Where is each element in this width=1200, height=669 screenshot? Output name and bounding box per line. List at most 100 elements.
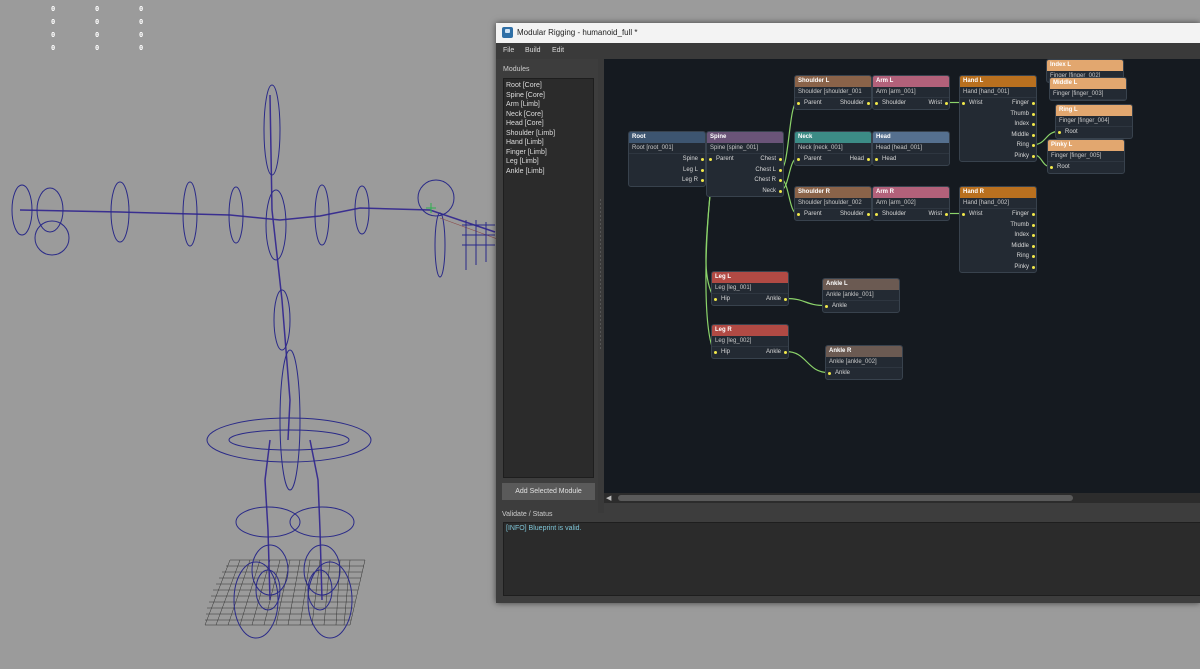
output-pin-icon[interactable] [1032, 144, 1035, 147]
input-pin-icon[interactable] [962, 102, 965, 105]
output-port-label: Ring [1016, 142, 1029, 148]
list-item[interactable]: Root [Core] [506, 82, 542, 89]
node-middle-l[interactable]: Middle L Finger [finger_003] [1049, 77, 1127, 101]
output-pin-icon[interactable] [701, 158, 704, 161]
output-pin-icon[interactable] [701, 168, 704, 172]
node-pinky-l[interactable]: Pinky L Finger [finger_005] Root [1047, 139, 1125, 174]
node-hand-r[interactable]: Hand R Hand [hand_002] Wrist Finger Thumb Ind… [959, 186, 1037, 273]
output-pin-icon[interactable] [1032, 255, 1035, 258]
node-head[interactable]: Head Head [head_001] Head [872, 131, 950, 166]
output-port-label: Ring [1016, 253, 1029, 259]
add-selected-module-button[interactable]: Add Selected Module [502, 483, 595, 500]
output-pin-icon[interactable] [1032, 244, 1035, 248]
node-ankle-r[interactable]: Ankle R Ankle [ankle_002] Ankle [825, 345, 903, 380]
node-arm-l[interactable]: Arm L Arm [arm_001] Shoulder Wrist [872, 75, 950, 110]
list-item[interactable]: Arm [Limb] [506, 101, 540, 108]
node-subtitle: Hand [hand_001] [960, 87, 1036, 98]
node-port-row: Root [1056, 127, 1132, 138]
output-port-label: Pinky [1014, 152, 1029, 159]
input-pin-icon[interactable] [962, 213, 965, 216]
node-shoulder-l[interactable]: Shoulder L Shoulder [shoulder_001 Parent Sh… [794, 75, 872, 110]
node-hand-l[interactable]: Hand L Hand [hand_001] Wrist Finger Thumb Ind… [959, 75, 1037, 162]
node-port-row: Chest L [707, 165, 783, 176]
list-item[interactable]: Finger [Limb] [506, 149, 547, 156]
node-port-row: Neck [707, 186, 783, 197]
output-pin-icon[interactable] [779, 168, 782, 172]
input-pin-icon[interactable] [875, 102, 878, 105]
output-pin-icon[interactable] [945, 213, 948, 216]
output-pin-icon[interactable] [867, 102, 870, 105]
horizontal-scrollbar[interactable]: ◀ [604, 493, 1200, 503]
input-pin-icon[interactable] [797, 213, 800, 216]
node-port-row: Ankle [823, 301, 899, 312]
scroll-left-icon[interactable]: ◀ [606, 494, 611, 502]
viewport-rig[interactable] [0, 0, 500, 669]
node-title: Ring L [1056, 105, 1132, 116]
output-port-label: Middle [1011, 242, 1029, 249]
input-pin-icon[interactable] [875, 213, 878, 216]
node-port-row: Head [873, 154, 949, 165]
node-title: Root [629, 132, 705, 143]
node-neck[interactable]: Neck Neck [neck_001] Parent Head [794, 131, 872, 166]
node-arm-r[interactable]: Arm R Arm [arm_002] Shoulder Wrist [872, 186, 950, 221]
output-port-label: Index [1014, 232, 1029, 238]
menu-edit[interactable]: Edit [552, 47, 564, 54]
node-root[interactable]: Root Root [root_001] Spine Leg L Leg R [628, 131, 706, 187]
input-pin-icon[interactable] [714, 298, 717, 301]
output-pin-icon[interactable] [1032, 154, 1035, 158]
output-pin-icon[interactable] [1032, 234, 1035, 237]
output-pin-icon[interactable] [779, 189, 782, 193]
output-port-label: Middle [1011, 131, 1029, 138]
output-pin-icon[interactable] [784, 351, 787, 354]
scrollbar-thumb[interactable] [618, 495, 1073, 501]
input-pin-icon[interactable] [797, 102, 800, 105]
input-pin-icon[interactable] [875, 158, 878, 161]
output-pin-icon[interactable] [784, 298, 787, 301]
input-pin-icon[interactable] [797, 158, 800, 161]
node-ring-l[interactable]: Ring L Finger [finger_004] Root [1055, 104, 1133, 139]
node-spine[interactable]: Spine Spine [spine_001] Parent Chest Chest L… [706, 131, 784, 197]
input-port-label: Hip [721, 349, 731, 355]
node-port-row: Hip Ankle [712, 347, 788, 358]
output-pin-icon[interactable] [779, 158, 782, 161]
output-pin-icon[interactable] [1032, 213, 1035, 216]
node-subtitle: Neck [neck_001] [795, 143, 871, 154]
list-item[interactable]: Head [Core] [506, 120, 544, 127]
output-pin-icon[interactable] [867, 158, 870, 161]
list-item[interactable]: Spine [Core] [506, 92, 545, 99]
list-item[interactable]: Ankle [Limb] [506, 168, 545, 175]
modules-list[interactable]: Root [Core] Spine [Core] Arm [Limb] Neck… [503, 78, 594, 478]
input-port-label: Shoulder [882, 211, 907, 217]
menu-file[interactable]: File [503, 47, 514, 54]
input-pin-icon[interactable] [825, 305, 828, 308]
output-pin-icon[interactable] [867, 213, 870, 216]
input-port-label: Shoulder [882, 100, 907, 106]
node-leg-l[interactable]: Leg L Leg [leg_001] Hip Ankle [711, 271, 789, 306]
menu-build[interactable]: Build [525, 47, 541, 54]
output-pin-icon[interactable] [1032, 112, 1035, 116]
list-item[interactable]: Leg [Limb] [506, 158, 539, 165]
output-pin-icon[interactable] [1032, 123, 1035, 126]
output-pin-icon[interactable] [1032, 102, 1035, 105]
list-item[interactable]: Hand [Limb] [506, 139, 544, 146]
input-pin-icon[interactable] [828, 372, 831, 375]
output-pin-icon[interactable] [1032, 265, 1035, 269]
node-ankle-l[interactable]: Ankle L Ankle [ankle_001] Ankle [822, 278, 900, 313]
node-leg-r[interactable]: Leg R Leg [leg_002] Hip Ankle [711, 324, 789, 359]
output-pin-icon[interactable] [945, 102, 948, 105]
node-graph-canvas[interactable]: Root Root [root_001] Spine Leg L Leg R Spine S… [604, 59, 1200, 493]
list-item[interactable]: Neck [Core] [506, 111, 543, 118]
node-subtitle: Shoulder [shoulder_002 [795, 198, 871, 209]
output-pin-icon[interactable] [1032, 223, 1035, 227]
list-item[interactable]: Shoulder [Limb] [506, 130, 555, 137]
node-title: Shoulder R [795, 187, 871, 198]
node-shoulder-r[interactable]: Shoulder R Shoulder [shoulder_002 Parent Sh… [794, 186, 872, 221]
output-pin-icon[interactable] [779, 179, 782, 182]
input-pin-icon[interactable] [1058, 131, 1061, 134]
output-pin-icon[interactable] [1032, 133, 1035, 137]
input-pin-icon[interactable] [714, 351, 717, 354]
input-pin-icon[interactable] [709, 158, 712, 161]
output-pin-icon[interactable] [701, 179, 704, 182]
input-port-label: Head [882, 156, 897, 162]
input-pin-icon[interactable] [1050, 166, 1053, 169]
